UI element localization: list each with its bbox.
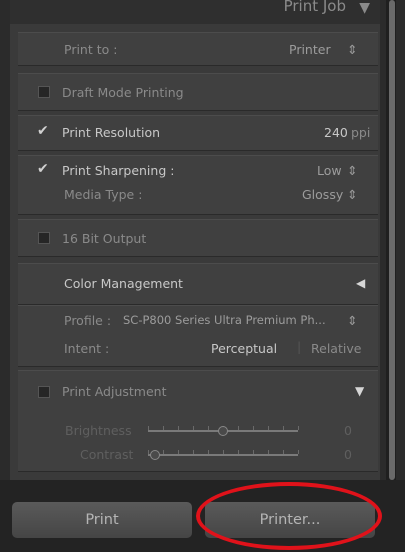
draft-mode-checkbox[interactable] [38,86,50,98]
expand-triangle-icon[interactable]: ◀ [356,276,365,290]
print-resolution-value[interactable]: 240 [324,125,348,140]
checkmark-icon[interactable]: ✔ [37,123,49,139]
slider-tick [223,450,224,454]
contrast-knob[interactable] [150,450,160,460]
color-management-header[interactable]: Color Management ◀ [18,263,378,305]
media-type-value[interactable]: Glossy [302,187,343,202]
slider-tick [283,450,284,454]
stepper-icon[interactable]: ⇕ [347,187,357,202]
brightness-knob[interactable] [218,426,228,436]
slider-tick [193,450,194,454]
media-type-label: Media Type : [64,187,143,202]
draft-mode-section: Draft Mode Printing [18,73,378,111]
collapse-triangle-icon[interactable]: ▼ [359,0,370,16]
contrast-slider[interactable] [148,450,299,456]
slider-tick [253,450,254,454]
slider-tick [268,450,269,454]
slider-tick [268,426,269,430]
print-to-value[interactable]: Printer [289,42,331,57]
print-adjustment-label: Print Adjustment [62,384,167,399]
intent-label: Intent : [64,341,110,356]
slider-tick [208,426,209,430]
slider-tick [148,450,149,454]
intent-perceptual[interactable]: Perceptual [211,341,277,356]
bit16-checkbox[interactable] [38,232,50,244]
brightness-value: 0 [344,423,352,438]
scrollbar-thumb[interactable] [389,0,395,480]
stepper-icon[interactable]: ⇕ [347,42,357,57]
slider-tick [208,450,209,454]
slider-tick [163,426,164,430]
print-job-title: Print Job [283,0,346,15]
intent-divider: | [297,339,302,354]
print-sharpening-value[interactable]: Low [317,163,342,178]
bit16-label: 16 Bit Output [62,231,147,246]
color-management-body: Profile : SC-P800 Series Ultra Premium P… [18,305,378,367]
print-to-label: Print to : [64,42,118,57]
print-button[interactable]: Print [12,502,192,538]
color-management-title: Color Management [64,276,183,291]
slider-tick [283,426,284,430]
contrast-label: Contrast [80,447,134,462]
slider-tick [238,450,239,454]
print-sharpening-section: ✔ Print Sharpening : Low ⇕ Media Type : … [18,155,378,215]
print-sharpening-label: Print Sharpening : [62,163,175,178]
highlight-annotation [196,482,382,550]
checkmark-icon[interactable]: ✔ [37,161,49,177]
print-job-header[interactable]: Print Job ▼ [10,0,380,24]
slider-tick [163,450,164,454]
intent-relative[interactable]: Relative [311,341,361,356]
brightness-label: Brightness [65,423,132,438]
print-resolution-label: Print Resolution [62,125,161,140]
slider-tick [178,426,179,430]
profile-label: Profile : [64,313,112,328]
contrast-value: 0 [344,447,352,462]
print-resolution-section: ✔ Print Resolution 240 ppi [18,115,378,151]
expand-triangle-icon[interactable]: ▼ [355,384,364,398]
slider-tick [178,450,179,454]
print-adjustment-section: Print Adjustment ▼ Brightness 0 Contrast… [18,370,378,472]
slider-tick [253,426,254,430]
slider-tick [148,426,149,430]
bit16-section: 16 Bit Output [18,219,378,257]
print-resolution-unit: ppi [351,125,371,140]
stepper-icon[interactable]: ⇕ [347,313,357,328]
slider-tick [298,450,299,454]
slider-tick [298,426,299,430]
print-to-section: Print to : Printer ⇕ [18,32,378,66]
draft-mode-label: Draft Mode Printing [62,85,184,100]
print-adjustment-checkbox[interactable] [38,386,50,398]
profile-value[interactable]: SC-P800 Series Ultra Premium Ph... [123,313,326,327]
slider-tick [238,426,239,430]
slider-tick [193,426,194,430]
stepper-icon[interactable]: ⇕ [347,163,357,178]
